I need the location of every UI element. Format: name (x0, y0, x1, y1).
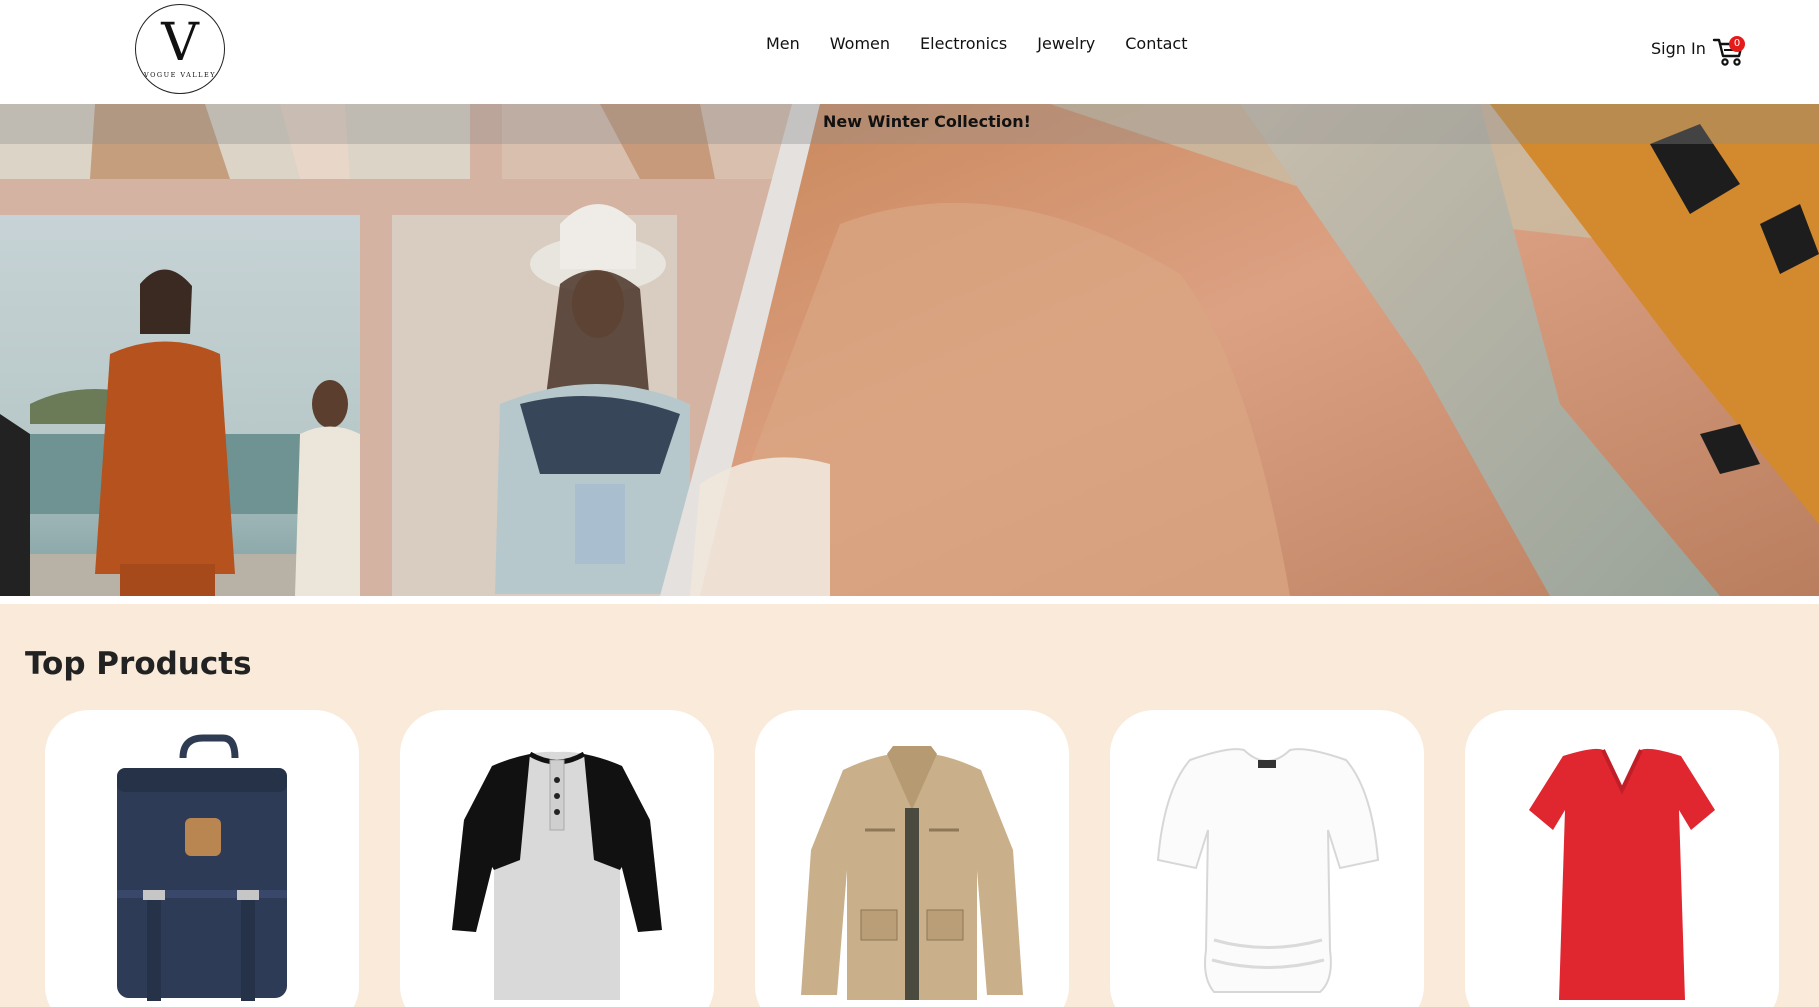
product-card[interactable] (400, 710, 714, 1007)
site-header: V VOGUE VALLEY Men Women Electronics Jew… (0, 0, 1819, 104)
nav-women[interactable]: Women (830, 34, 890, 54)
nav-men[interactable]: Men (766, 34, 800, 54)
nav-contact[interactable]: Contact (1125, 34, 1187, 54)
product-card[interactable] (45, 710, 359, 1007)
hero-banner[interactable] (0, 104, 1819, 596)
logo-text: VOGUE VALLEY (143, 71, 216, 79)
section-divider (0, 596, 1819, 604)
raglan-tshirt-image (452, 751, 662, 1000)
backpack-image (117, 734, 287, 1001)
product-card[interactable] (755, 710, 1069, 1007)
top-products-title: Top Products (25, 646, 252, 682)
white-top-image (1156, 748, 1380, 993)
main-nav: Men Women Electronics Jewelry Contact (766, 34, 1187, 54)
announcement-text: New Winter Collection! (823, 112, 1031, 131)
brand-logo[interactable]: V VOGUE VALLEY (135, 4, 225, 94)
jacket-image (801, 746, 1023, 1000)
nav-electronics[interactable]: Electronics (920, 34, 1007, 54)
logo-letter: V (161, 13, 199, 73)
product-card[interactable] (1110, 710, 1424, 1007)
product-card[interactable] (1465, 710, 1779, 1007)
cart-count-badge: 0 (1729, 36, 1745, 52)
nav-jewelry[interactable]: Jewelry (1037, 34, 1095, 54)
sign-in-link[interactable]: Sign In (1651, 39, 1706, 59)
red-tshirt-image (1529, 748, 1715, 1000)
